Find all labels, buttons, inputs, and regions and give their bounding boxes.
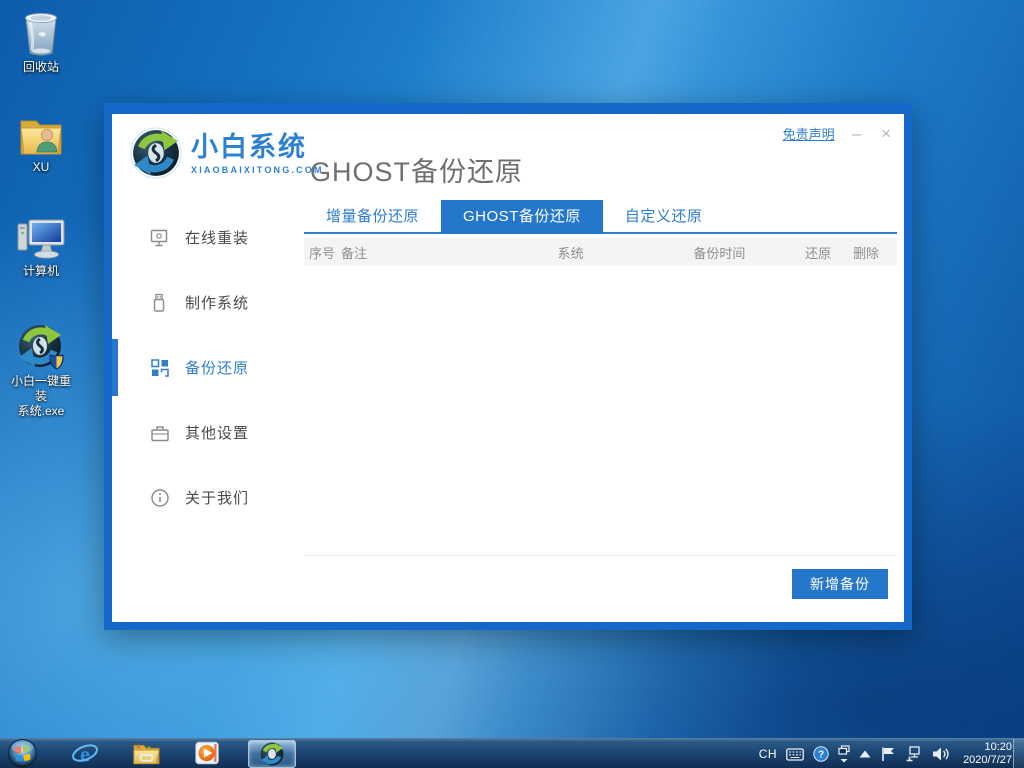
minimize-button[interactable]: – — [849, 125, 864, 143]
media-player-icon — [194, 740, 221, 767]
svg-text:?: ? — [818, 750, 824, 761]
desktop-icon-label: 小白一键重装 系统.exe — [6, 374, 76, 419]
language-indicator[interactable]: CH — [759, 747, 777, 761]
sidebar-item-about-us[interactable]: 关于我们 — [112, 465, 304, 530]
monitor-icon — [150, 228, 170, 248]
footer-row: 新增备份 — [304, 556, 897, 599]
sidebar-active-indicator — [112, 339, 118, 396]
disclaimer-link[interactable]: 免责声明 — [783, 124, 835, 143]
desktop-icon-xu-folder[interactable]: XU — [6, 114, 76, 175]
folder-icon — [132, 741, 161, 767]
network-icon[interactable] — [905, 746, 923, 762]
taskbar-media-player[interactable] — [192, 741, 222, 767]
column-header-index: 序号 — [309, 243, 341, 262]
user-folder-icon — [17, 114, 65, 158]
help-icon[interactable]: ? — [813, 746, 829, 762]
taskbar-clock[interactable]: 10:20 2020/7/27 — [963, 741, 1012, 767]
sidebar-item-label: 其他设置 — [185, 422, 249, 443]
table-body-empty — [304, 266, 897, 555]
taskbar-internet-explorer[interactable]: e — [70, 741, 100, 767]
column-header-restore: 还原 — [805, 243, 853, 262]
info-icon — [150, 488, 170, 508]
windows-update-restart-icon[interactable] — [838, 745, 850, 763]
sidebar-item-make-system[interactable]: 制作系统 — [112, 270, 304, 335]
desktop-icon-label: 计算机 — [6, 264, 76, 279]
content-area: 增量备份还原 GHOST备份还原 自定义还原 序号 备注 系统 备份时间 还原 … — [304, 200, 897, 599]
brand-domain: XIAOBAIXITONG.COM — [191, 165, 324, 175]
tab-ghost-backup-restore[interactable]: GHOST备份还原 — [441, 200, 603, 234]
desktop-icon-xiaobai-exe[interactable]: 小白一键重装 系统.exe — [6, 322, 76, 419]
sidebar-item-online-reinstall[interactable]: 在线重装 — [112, 205, 304, 270]
new-backup-button[interactable]: 新增备份 — [792, 569, 888, 599]
briefcase-icon — [150, 423, 170, 443]
internet-explorer-icon: e — [71, 740, 99, 768]
sidebar-item-other-settings[interactable]: 其他设置 — [112, 400, 304, 465]
window-controls: 免责声明 – × — [783, 124, 894, 143]
action-center-flag-icon[interactable] — [880, 746, 896, 762]
windows-start-icon — [7, 738, 38, 768]
brand-text: 小白系统 XIAOBAIXITONG.COM — [191, 132, 324, 175]
sidebar-item-label: 关于我们 — [185, 487, 249, 508]
taskbar: e — [0, 738, 1024, 768]
start-button[interactable] — [7, 739, 39, 768]
sidebar-item-label: 备份还原 — [185, 357, 249, 378]
recycle-bin-icon — [18, 8, 64, 58]
taskbar-left: e — [0, 739, 296, 768]
column-header-system: 系统 — [558, 243, 694, 262]
brand-logo: 小白系统 XIAOBAIXITONG.COM — [130, 127, 324, 179]
tab-incremental-backup-restore[interactable]: 增量备份还原 — [304, 200, 441, 234]
grid-icon — [150, 358, 170, 378]
xiaobai-app-icon — [259, 741, 285, 767]
brand-name: 小白系统 — [191, 132, 324, 162]
computer-icon — [15, 216, 67, 262]
column-header-backup-time: 备份时间 — [693, 243, 805, 262]
desktop-icon-label: XU — [6, 160, 76, 175]
column-header-note: 备注 — [341, 243, 558, 262]
taskbar-xiaobai-app-active[interactable] — [248, 740, 296, 768]
show-hidden-icons-chevron[interactable] — [859, 750, 871, 758]
desktop: 回收站 XU 计算机 — [0, 0, 1024, 768]
xiaobai-app-icon — [16, 322, 66, 372]
system-tray: CH ? — [759, 739, 1012, 768]
uac-shield-icon — [50, 355, 63, 369]
tab-custom-restore[interactable]: 自定义还原 — [603, 200, 725, 234]
clock-date: 2020/7/27 — [963, 754, 1012, 767]
sidebar: 在线重装 制作系统 — [112, 205, 304, 530]
taskbar-file-explorer[interactable] — [131, 741, 161, 767]
desktop-icon-computer[interactable]: 计算机 — [6, 216, 76, 279]
table-header: 序号 备注 系统 备份时间 还原 删除 — [304, 238, 897, 266]
tab-bar: 增量备份还原 GHOST备份还原 自定义还原 — [304, 200, 897, 234]
window-body: 免责声明 – × 小白系统 XIAOBAIXITONG.COM — [112, 114, 904, 622]
page-title: GHOST备份还原 — [310, 150, 523, 189]
xiaobai-app-window: 免责声明 – × 小白系统 XIAOBAIXITONG.COM — [104, 103, 912, 630]
sidebar-item-backup-restore[interactable]: 备份还原 — [112, 335, 304, 400]
close-button[interactable]: × — [878, 125, 894, 143]
desktop-icon-recycle-bin[interactable]: 回收站 — [6, 8, 76, 75]
sidebar-item-label: 在线重装 — [185, 227, 249, 248]
sidebar-item-label: 制作系统 — [185, 292, 249, 313]
xiaobai-logo-icon — [130, 127, 182, 179]
show-desktop-button[interactable] — [1013, 739, 1024, 768]
clock-time: 10:20 — [963, 741, 1012, 754]
column-header-delete: 删除 — [853, 243, 897, 262]
keyboard-layout-icon[interactable] — [786, 748, 804, 761]
desktop-icon-label: 回收站 — [6, 60, 76, 75]
usb-icon — [150, 293, 170, 313]
volume-icon[interactable] — [932, 746, 950, 762]
